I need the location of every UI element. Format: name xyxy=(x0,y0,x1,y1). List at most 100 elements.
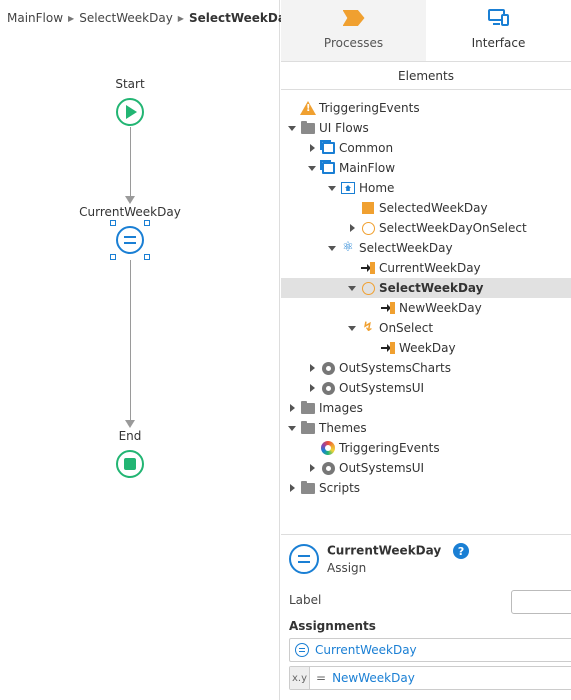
caret-right-icon[interactable] xyxy=(287,403,297,413)
selection-handle[interactable] xyxy=(144,220,150,226)
ui-flow-icon xyxy=(319,140,335,155)
assign-node[interactable] xyxy=(116,226,144,254)
tree-item[interactable]: OutSystemsCharts xyxy=(281,358,571,378)
caret-spacer xyxy=(347,263,357,273)
theme-icon xyxy=(321,441,335,455)
caret-right-icon[interactable] xyxy=(307,143,317,153)
selection-handle[interactable] xyxy=(110,254,116,260)
breadcrumb-item-mainflow[interactable]: MainFlow xyxy=(7,11,63,25)
assignment-variable[interactable]: CurrentWeekDay xyxy=(315,643,417,657)
tree-item[interactable]: Themes xyxy=(281,418,571,438)
tree-item[interactable]: Home xyxy=(281,178,571,198)
connector-line[interactable] xyxy=(130,260,131,420)
tree-item-label: WeekDay xyxy=(399,341,456,355)
caret-right-icon[interactable] xyxy=(307,363,317,373)
tree-item-label: Common xyxy=(339,141,394,155)
caret-right-icon[interactable] xyxy=(307,383,317,393)
arrow-head-icon xyxy=(125,420,135,428)
process-chevron-icon xyxy=(342,10,365,26)
selection-handle[interactable] xyxy=(110,220,116,226)
caret-down-icon[interactable] xyxy=(307,163,317,173)
caret-down-icon[interactable] xyxy=(347,283,357,293)
device-icon xyxy=(487,9,510,27)
ui-flow-icon xyxy=(319,160,335,175)
tree-item-label: CurrentWeekDay xyxy=(379,261,481,275)
assign-icon xyxy=(295,643,309,657)
tree-item[interactable]: TriggeringEvents xyxy=(281,98,571,118)
play-icon xyxy=(126,105,137,119)
tree-item[interactable]: UI Flows xyxy=(281,118,571,138)
flow-canvas[interactable]: MainFlow ▶ SelectWeekDay ▶ SelectWeekDay… xyxy=(0,0,293,700)
tree-item[interactable]: MainFlow xyxy=(281,158,571,178)
connector-line[interactable] xyxy=(130,127,131,196)
tree-item-label: SelectWeekDay xyxy=(379,281,484,295)
breadcrumb: MainFlow ▶ SelectWeekDay ▶ SelectWeekDay xyxy=(7,11,293,25)
help-icon[interactable]: ? xyxy=(453,543,470,559)
folder-icon xyxy=(301,480,315,495)
tree-item-label: SelectedWeekDay xyxy=(379,201,488,215)
selection-handle[interactable] xyxy=(144,254,150,260)
caret-right-icon[interactable] xyxy=(287,483,297,493)
tree-item[interactable]: OutSystemsUI xyxy=(281,378,571,398)
input-parameter-icon xyxy=(381,301,395,315)
tree-item[interactable]: ↯ OnSelect xyxy=(281,318,571,338)
tree-item[interactable]: ⚛ SelectWeekDay xyxy=(281,238,571,258)
tree-item[interactable]: NewWeekDay xyxy=(281,298,571,318)
tree-item-label: Images xyxy=(319,401,363,415)
stop-icon xyxy=(124,458,136,470)
tree-item-label: OutSystemsUI xyxy=(339,461,425,475)
tree-item[interactable]: SelectWeekDayOnSelect xyxy=(281,218,571,238)
tree-item-label: TriggeringEvents xyxy=(319,101,420,115)
end-label: End xyxy=(118,429,142,443)
tree-item-label: OutSystemsCharts xyxy=(339,361,451,375)
tab-interface[interactable]: Interface xyxy=(426,0,571,61)
tab-processes[interactable]: Processes xyxy=(281,0,426,61)
tree-item[interactable]: Common xyxy=(281,138,571,158)
event-icon: ↯ xyxy=(362,320,374,335)
breadcrumb-item-current: SelectWeekDay xyxy=(188,11,294,25)
tab-elements[interactable]: Elements xyxy=(398,69,454,83)
caret-right-icon[interactable] xyxy=(347,223,357,233)
tab-label: Interface xyxy=(471,36,526,50)
tab-label: Processes xyxy=(323,36,384,50)
end-node[interactable] xyxy=(116,450,144,478)
caret-down-icon[interactable] xyxy=(287,123,297,133)
caret-right-icon[interactable] xyxy=(307,463,317,473)
tree-item[interactable]: Scripts xyxy=(281,478,571,498)
assignment-variable-field[interactable]: CurrentWeekDay xyxy=(289,638,571,662)
assignment-value[interactable]: NewWeekDay xyxy=(332,671,415,685)
expression-icon[interactable]: x.y xyxy=(290,667,310,689)
tree-item[interactable]: CurrentWeekDay xyxy=(281,258,571,278)
breadcrumb-item-block[interactable]: SelectWeekDay xyxy=(79,11,173,25)
right-panel: Processes Interface Elements TriggeringE… xyxy=(281,0,571,700)
assignment-value-field[interactable]: x.y = NewWeekDay xyxy=(289,666,571,690)
caret-down-icon[interactable] xyxy=(327,243,337,253)
label-input[interactable] xyxy=(511,590,571,614)
arrow-head-icon xyxy=(125,196,135,204)
tree-item[interactable]: Images xyxy=(281,398,571,418)
start-node[interactable] xyxy=(116,98,144,126)
caret-spacer xyxy=(367,303,377,313)
tree-item-label: SelectWeekDay xyxy=(359,241,453,255)
start-label: Start xyxy=(115,77,145,91)
caret-down-icon[interactable] xyxy=(327,183,337,193)
local-variable-icon xyxy=(361,201,375,215)
block-icon: ⚛ xyxy=(342,240,354,255)
tree-item[interactable]: OutSystemsUI xyxy=(281,458,571,478)
elements-tab-bar: Elements xyxy=(281,62,571,90)
tree-item[interactable]: SelectedWeekDay xyxy=(281,198,571,218)
tree-item[interactable]: WeekDay xyxy=(281,338,571,358)
tree-item[interactable]: TriggeringEvents xyxy=(281,438,571,458)
tree-item-label: NewWeekDay xyxy=(399,301,482,315)
caret-down-icon[interactable] xyxy=(347,323,357,333)
caret-down-icon[interactable] xyxy=(287,423,297,433)
element-tree: TriggeringEvents UI Flows Common MainFlow Ho… xyxy=(281,98,571,498)
module-icon xyxy=(321,361,335,375)
screen-icon xyxy=(341,181,355,195)
folder-icon xyxy=(301,120,315,135)
caret-spacer xyxy=(347,203,357,213)
warning-icon xyxy=(300,101,316,115)
properties-panel: CurrentWeekDay ? Assign Label Assignment… xyxy=(281,534,571,700)
input-parameter-icon xyxy=(381,341,395,355)
tree-item[interactable]: SelectWeekDay xyxy=(281,278,571,298)
